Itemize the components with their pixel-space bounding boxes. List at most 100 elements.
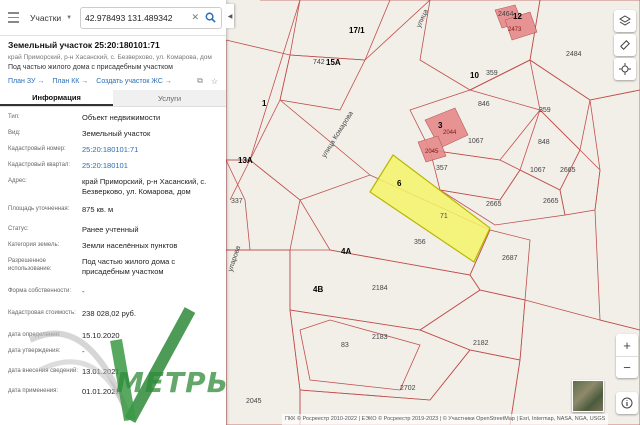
svg-text:2665: 2665 — [486, 201, 502, 208]
star-icon[interactable]: ☆ — [211, 77, 218, 86]
label-plot-15a: 15А — [326, 58, 341, 67]
watermark-text: МЕТРЫ — [116, 366, 226, 399]
zoom-in-button[interactable]: + — [616, 334, 638, 356]
svg-text:846: 846 — [478, 101, 490, 108]
info-row: Адрес: край Приморский, р-н Хасанский, с.… — [8, 177, 218, 203]
plan-kk-link[interactable]: План КК → — [52, 78, 88, 85]
ruler-icon — [620, 40, 630, 50]
svg-text:359: 359 — [539, 107, 551, 114]
svg-text:848: 848 — [538, 139, 550, 146]
label-plot-4b: 4В — [313, 285, 323, 294]
layers-button[interactable] — [614, 10, 636, 32]
share-icon[interactable]: ⧉ — [197, 76, 203, 86]
svg-text:356: 356 — [414, 239, 426, 246]
parcel-2182 — [419, 289, 526, 361]
info-table: Тип: Объект недвижимости Вид: Земельный уча… — [0, 113, 226, 403]
info-row-value[interactable]: 25:20:180101:71 — [82, 145, 218, 159]
search-bar: Участки ▼ 42.978493 131.489342 ✕ — [0, 0, 226, 36]
info-row-value: Земельный участок — [82, 129, 151, 138]
info-row-value: - — [82, 287, 85, 296]
svg-text:2484: 2484 — [566, 51, 582, 58]
info-row-key: Кадастровый квартал: — [8, 162, 71, 168]
street-label-west: уларова — [227, 245, 242, 273]
info-row-key: Адрес: — [8, 178, 27, 184]
svg-text:2464: 2464 — [498, 11, 514, 18]
svg-text:357: 357 — [436, 165, 448, 172]
crosshair-icon — [619, 63, 631, 75]
svg-text:2665: 2665 — [560, 167, 576, 174]
tab-info[interactable]: Информация — [0, 90, 113, 106]
info-row-key: Категория земель: — [8, 242, 60, 248]
info-row-value: 875 кв. м — [82, 205, 114, 214]
label-plot-6: 6 — [397, 179, 402, 188]
info-row: Кадастровый номер: 25:20:180101:71 — [8, 145, 218, 159]
parcel-337 — [225, 159, 251, 251]
info-row-key: Кадастровый номер: — [8, 146, 66, 152]
object-use: Под частью жилого дома с присадебным уча… — [8, 64, 173, 71]
parcel-2045 — [225, 249, 301, 425]
info-row-value: - — [82, 347, 85, 356]
info-row-key: Кадастровая стоимость: — [8, 310, 76, 316]
label-plot-1: 1 — [262, 99, 267, 108]
plan-zu-link[interactable]: План ЗУ → — [8, 78, 44, 85]
tab-services[interactable]: Услуги — [113, 90, 226, 106]
info-row: Тип: Объект недвижимости — [8, 113, 218, 127]
create-plot-link[interactable]: Создать участок ЖС → — [96, 78, 172, 85]
info-row: Кадастровая стоимость: 238 028,02 руб. — [8, 309, 218, 329]
info-row-key: Форма собственности: — [8, 288, 72, 294]
parcel-846 — [519, 109, 581, 191]
menu-button[interactable] — [0, 0, 26, 36]
search-input[interactable]: 42.978493 131.489342 ✕ — [80, 6, 222, 29]
svg-text:2182: 2182 — [473, 340, 489, 347]
info-row-key: дата применения: — [8, 388, 59, 394]
parcel-13a — [225, 159, 301, 251]
street-label-komarova: улица Комарова — [321, 110, 355, 159]
svg-text:1067: 1067 — [530, 167, 546, 174]
parcel-2665 — [559, 149, 601, 216]
svg-text:337: 337 — [231, 198, 243, 205]
panel-tabs: Информация Услуги — [0, 90, 226, 107]
basemap-switcher[interactable] — [572, 380, 604, 412]
info-row-value: край Приморский, р-н Хасанский, с. Безве… — [82, 177, 207, 196]
info-row: Форма собственности: - — [8, 287, 218, 307]
info-row-key: дата утверждения: — [8, 348, 61, 354]
info-row: дата утверждения: - — [8, 347, 218, 365]
info-icon — [621, 397, 633, 409]
info-row-value[interactable]: 25:20:180101 — [82, 161, 218, 175]
info-row-key: Статус: — [8, 226, 29, 232]
label-plot-3: 3 — [438, 121, 443, 130]
info-button[interactable] — [616, 392, 638, 414]
info-row: Статус: Ранее учтенный — [8, 225, 218, 239]
info-row: дата определения: 15.10.2020 — [8, 331, 218, 345]
search-button[interactable] — [203, 11, 217, 25]
info-row-value: Объект недвижимости — [82, 113, 161, 122]
info-row-key: Площадь уточненная: — [8, 206, 70, 212]
parcel-10 — [419, 0, 541, 91]
svg-text:2702: 2702 — [400, 385, 416, 392]
svg-text:2045: 2045 — [425, 149, 439, 155]
selected-parcel-6[interactable] — [369, 154, 491, 263]
info-row-key: Тип: — [8, 114, 20, 120]
collapse-panel-button[interactable]: ◀ — [226, 4, 234, 28]
map-attribution: ПКК © Росреестр 2010-2022 | ЕЭКО © Росре… — [282, 414, 609, 425]
info-row-value: 15.10.2020 — [82, 331, 120, 340]
parcel-2184 — [289, 309, 471, 401]
info-row-key: Вид: — [8, 130, 21, 136]
svg-text:2183: 2183 — [372, 334, 388, 341]
info-row-value: 238 028,02 руб. — [82, 309, 136, 318]
zoom-out-button[interactable]: − — [616, 356, 638, 378]
layers-icon — [619, 15, 631, 26]
info-row-value: Земли населённых пунктов — [82, 241, 178, 250]
object-address: край Приморский, р-н Хасанский, с. Безве… — [8, 54, 212, 61]
info-row: Категория земель: Земли населённых пункто… — [8, 241, 218, 255]
ruler-button[interactable] — [614, 34, 636, 56]
object-title: Земельный участок 25:20:180101:71 — [8, 40, 160, 50]
object-links: План ЗУ → План КК → Создать участок ЖС →… — [8, 76, 218, 86]
clear-icon[interactable]: ✕ — [191, 12, 199, 23]
parcel-2183 — [299, 319, 421, 391]
search-type-select[interactable]: Участки ▼ — [26, 13, 80, 23]
svg-text:2044: 2044 — [443, 130, 457, 136]
label-plot-4a: 4А — [341, 247, 351, 256]
info-row: Вид: Земельный участок — [8, 129, 218, 143]
locate-button[interactable] — [614, 58, 636, 80]
